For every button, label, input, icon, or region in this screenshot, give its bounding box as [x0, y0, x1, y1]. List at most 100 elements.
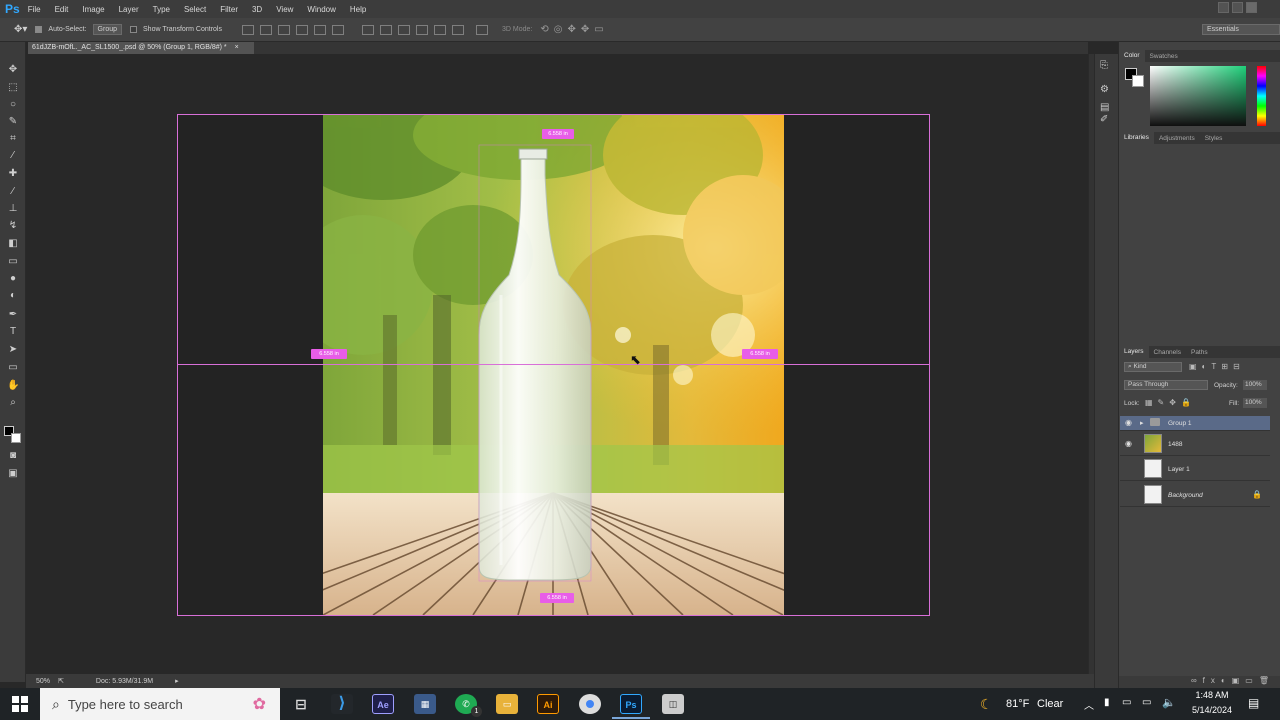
panel-background-swatch[interactable]: [1132, 75, 1144, 87]
lock-icons[interactable]: ▦✎✥🔒: [1145, 398, 1196, 407]
info-panel-icon[interactable]: ▤: [1100, 102, 1114, 114]
tab-adjustments[interactable]: Adjustments: [1154, 135, 1200, 142]
document-tab[interactable]: 61dJZB-mOfL._AC_SL1500_.psd @ 50% (Group…: [28, 42, 254, 54]
menu-file[interactable]: File: [28, 5, 41, 14]
screen-mode-icon[interactable]: ▣: [7, 468, 19, 479]
properties-panel-icon[interactable]: ⚙: [1100, 84, 1114, 96]
history-panel-icon[interactable]: ⎘: [1100, 60, 1114, 72]
type-tool-icon[interactable]: T: [7, 326, 19, 337]
color-picker-field[interactable]: [1150, 66, 1246, 126]
snipping-tool-icon[interactable]: ◫: [662, 694, 684, 714]
layer-visibility-eye-icon[interactable]: ◉: [1125, 419, 1133, 427]
group-expand-arrow-icon[interactable]: ▸: [1140, 419, 1144, 427]
transform-controls-checkbox[interactable]: [130, 26, 138, 33]
move-tool-icon[interactable]: ✥: [7, 64, 19, 75]
align-left-icon[interactable]: [296, 24, 308, 35]
chrome-icon[interactable]: [579, 694, 601, 714]
hue-slider[interactable]: [1257, 66, 1266, 126]
menu-3d[interactable]: 3D: [252, 5, 262, 14]
weather-temp[interactable]: 81°F: [1006, 698, 1029, 710]
layer-name[interactable]: Background: [1168, 492, 1203, 499]
menu-select[interactable]: Select: [184, 5, 206, 14]
taskbar-search-box[interactable]: ⌕ Type here to search ✿: [40, 688, 280, 720]
status-menu-arrow-icon[interactable]: ▸: [175, 677, 179, 685]
lasso-tool-icon[interactable]: ○: [7, 99, 19, 110]
tab-channels[interactable]: Channels: [1149, 349, 1186, 356]
document-image[interactable]: [323, 115, 784, 615]
clock-date[interactable]: 5/14/2024: [1184, 705, 1240, 715]
weather-condition[interactable]: Clear: [1037, 698, 1063, 710]
layer-row-layer-1[interactable]: Layer 1: [1120, 456, 1270, 481]
tab-styles[interactable]: Styles: [1200, 135, 1228, 142]
path-select-tool-icon[interactable]: ➤: [7, 344, 19, 355]
layer-name[interactable]: Group 1: [1168, 420, 1192, 427]
3d-mode-icons[interactable]: ⟲◎✥✥▭: [540, 24, 608, 35]
illustrator-icon[interactable]: Ai: [537, 694, 559, 714]
clock-time[interactable]: 1:48 AM: [1189, 690, 1235, 700]
menu-help[interactable]: Help: [350, 5, 366, 14]
align-bottom-icon[interactable]: [278, 24, 290, 35]
menu-filter[interactable]: Filter: [220, 5, 238, 14]
status-export-icon[interactable]: ⇱: [58, 677, 64, 685]
background-color-swatch[interactable]: [11, 433, 21, 443]
layer-row-group-1[interactable]: ◉ ▸ Group 1: [1120, 416, 1270, 431]
layers-panel-footer-icons[interactable]: ∞fx◐▣▭🗑: [1119, 676, 1280, 688]
file-explorer-icon[interactable]: ▭: [496, 694, 518, 714]
quick-select-tool-icon[interactable]: ✎: [7, 116, 19, 127]
tab-swatches[interactable]: Swatches: [1145, 53, 1183, 60]
microphone-icon[interactable]: ▮: [1104, 697, 1110, 708]
opacity-input[interactable]: 100%: [1243, 380, 1267, 390]
auto-select-dropdown[interactable]: Group: [92, 24, 123, 35]
gradient-tool-icon[interactable]: ▭: [7, 256, 19, 267]
layer-visibility-eye-icon[interactable]: ◉: [1125, 440, 1133, 448]
distribute-bottom-icon[interactable]: [398, 24, 410, 35]
hand-tool-icon[interactable]: ✋: [7, 380, 19, 391]
align-hcenter-icon[interactable]: [314, 24, 326, 35]
tab-paths[interactable]: Paths: [1186, 349, 1213, 356]
tab-layers[interactable]: Layers: [1119, 346, 1149, 358]
photoshop-taskbar-icon[interactable]: Ps: [620, 694, 642, 714]
eraser-tool-icon[interactable]: ◧: [7, 238, 19, 249]
volume-icon[interactable]: 🔈: [1162, 696, 1176, 709]
menu-type[interactable]: Type: [153, 5, 170, 14]
minimize-button[interactable]: [1218, 2, 1229, 13]
menu-layer[interactable]: Layer: [119, 5, 139, 14]
align-top-icon[interactable]: [242, 24, 254, 35]
align-vcenter-icon[interactable]: [260, 24, 272, 35]
blend-mode-dropdown[interactable]: Pass Through: [1124, 380, 1208, 390]
distribute-top-icon[interactable]: [362, 24, 374, 35]
blur-tool-icon[interactable]: ●: [7, 273, 19, 284]
zoom-tool-icon[interactable]: ⌕: [7, 397, 19, 408]
distribute-right-icon[interactable]: [452, 24, 464, 35]
distribute-vcenter-icon[interactable]: [380, 24, 392, 35]
after-effects-icon[interactable]: Ae: [372, 694, 394, 714]
eyedropper-tool-icon[interactable]: ⁄: [7, 150, 19, 161]
clone-stamp-tool-icon[interactable]: ⊥: [7, 203, 19, 214]
layer-row-1488[interactable]: ◉ 1488: [1120, 431, 1270, 456]
move-tool-preset-icon[interactable]: ✥▾: [14, 24, 27, 35]
document-tab-close-icon[interactable]: ×: [235, 44, 239, 51]
align-right-icon[interactable]: [332, 24, 344, 35]
pen-tool-icon[interactable]: ✒: [7, 309, 19, 320]
tray-overflow-icon[interactable]: ︿: [1084, 697, 1094, 712]
rectangle-tool-icon[interactable]: ▭: [7, 362, 19, 373]
healing-tool-icon[interactable]: ✚: [7, 168, 19, 179]
task-view-icon[interactable]: ⊟: [290, 694, 312, 714]
auto-select-checkbox[interactable]: [35, 26, 43, 33]
layer-name[interactable]: Layer 1: [1168, 466, 1190, 473]
quick-mask-icon[interactable]: ◙: [7, 450, 19, 461]
distribute-hcenter-icon[interactable]: [434, 24, 446, 35]
crop-tool-icon[interactable]: ⌗: [7, 133, 19, 144]
marquee-tool-icon[interactable]: ⬚: [7, 82, 19, 93]
vscode-icon[interactable]: ⟩: [331, 694, 353, 714]
workspace-dropdown[interactable]: Essentials: [1202, 24, 1280, 35]
battery-icon[interactable]: ▭: [1122, 697, 1131, 708]
layer-filter-dropdown[interactable]: ⌕ Kind: [1124, 362, 1182, 372]
windows-start-icon[interactable]: [12, 696, 28, 712]
notifications-icon[interactable]: ▤: [1248, 696, 1259, 710]
layer-filter-icons[interactable]: ▣◐T⊞⊟: [1189, 362, 1245, 371]
calculator-icon[interactable]: ▦: [414, 694, 436, 714]
history-brush-tool-icon[interactable]: ↯: [7, 220, 19, 231]
menu-view[interactable]: View: [276, 5, 293, 14]
tool-presets-icon[interactable]: ✐: [1100, 114, 1114, 126]
